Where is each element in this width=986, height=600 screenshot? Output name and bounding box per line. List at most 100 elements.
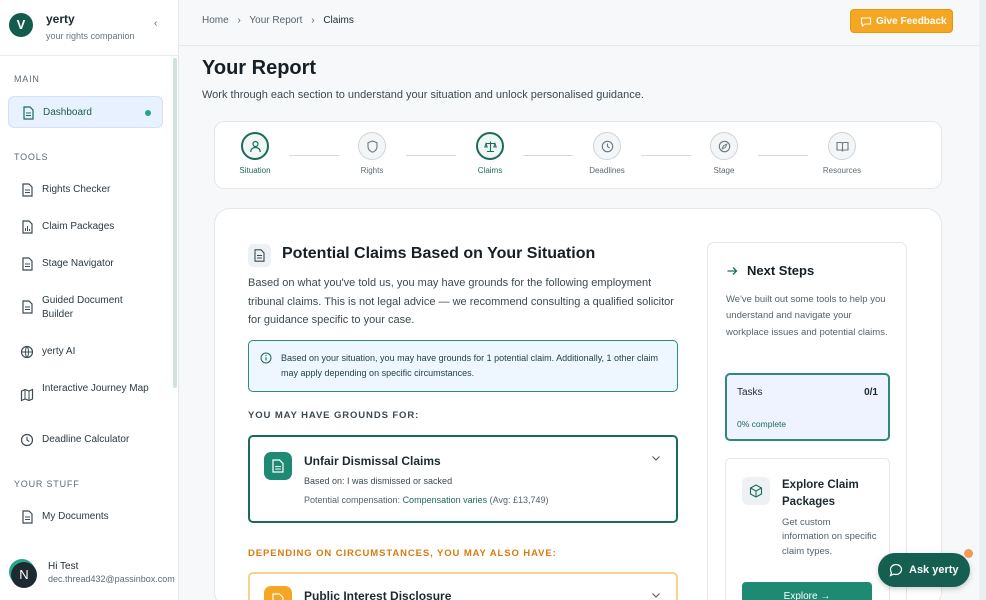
report-stepper: Situation Rights Claims Deadlines Stage … <box>214 121 942 189</box>
chat-icon <box>860 17 872 28</box>
clock-icon <box>601 140 614 153</box>
sidebar-item-guided-document-builder[interactable]: Guided Document Builder <box>8 285 163 320</box>
document-icon <box>254 249 265 262</box>
brand-tagline: your rights companion <box>46 31 135 41</box>
step-situation[interactable]: Situation <box>215 132 295 175</box>
avatar[interactable]: N <box>11 562 37 588</box>
explore-claim-packages-card: Explore Claim Packages Get custom inform… <box>725 458 890 600</box>
user-email: dec.thread432@passinbox.com <box>48 574 175 584</box>
claim-title: Unfair Dismissal Claims <box>304 454 441 468</box>
step-circle <box>593 132 621 160</box>
give-feedback-label: Give Feedback <box>876 16 947 27</box>
sidebar-item-deadline-calculator[interactable]: Deadline Calculator <box>8 424 163 456</box>
step-circle <box>710 132 738 160</box>
section-label-main: MAIN <box>14 74 40 84</box>
section-label-your-stuff: YOUR STUFF <box>14 479 80 489</box>
sidebar-item-yerty-ai[interactable]: yerty AI <box>8 336 163 368</box>
user-name: Hi Test <box>48 561 79 572</box>
book-icon <box>836 141 849 152</box>
claim-compensation: Potential compensation: Compensation var… <box>304 495 548 505</box>
sidebar-item-label: Rights Checker <box>42 184 111 195</box>
document-icon <box>272 593 284 600</box>
step-connector <box>523 155 573 156</box>
step-stage[interactable]: Stage <box>684 132 764 175</box>
give-feedback-button[interactable]: Give Feedback <box>850 9 953 33</box>
claim-icon-box <box>264 452 292 480</box>
step-connector <box>406 155 456 156</box>
sidebar-item-interactive-journey-map[interactable]: Interactive Journey Map <box>8 373 163 405</box>
globe-icon <box>20 345 34 359</box>
sidebar-item-dashboard[interactable]: Dashboard <box>8 96 163 128</box>
section-label-tools: TOOLS <box>14 152 49 162</box>
user-profile[interactable]: N Hi Test dec.thread432@passinbox.com <box>0 550 179 600</box>
map-icon <box>20 388 34 402</box>
sidebar-item-label: Deadline Calculator <box>42 434 130 445</box>
claim-card-unfair-dismissal[interactable]: Unfair Dismissal Claims Based on: I was … <box>248 435 678 523</box>
info-callout: Based on your situation, you may have gr… <box>248 340 678 392</box>
step-rights[interactable]: Rights <box>332 132 412 175</box>
step-label: Deadlines <box>589 166 625 175</box>
collapse-sidebar-icon[interactable]: ‹ <box>154 18 157 29</box>
sidebar-item-label: Guided Document Builder <box>42 295 123 320</box>
claims-section-icon-box <box>248 244 271 267</box>
depending-label: DEPENDING ON CIRCUMSTANCES, YOU MAY ALSO… <box>248 548 557 559</box>
grounds-label: YOU MAY HAVE GROUNDS FOR: <box>248 410 420 421</box>
shield-icon <box>367 140 378 153</box>
claims-section-description: Based on what you've told us, you may ha… <box>248 277 674 326</box>
chevron-down-icon[interactable] <box>650 452 662 464</box>
sidebar-item-label: Interactive Journey Map <box>42 383 149 394</box>
explore-button[interactable]: Explore → <box>742 582 872 600</box>
scales-icon <box>484 141 497 153</box>
header-divider <box>179 45 986 46</box>
page-subtitle: Work through each section to understand … <box>202 89 644 101</box>
document-icon <box>22 300 33 314</box>
sidebar-item-claim-packages[interactable]: Claim Packages <box>8 211 163 243</box>
compensation-value: Compensation varies <box>402 495 488 505</box>
compass-icon <box>718 140 731 153</box>
breadcrumb-home[interactable]: Home <box>202 15 229 26</box>
chevron-down-icon[interactable] <box>650 589 662 600</box>
step-resources[interactable]: Resources <box>802 132 882 175</box>
active-indicator <box>145 110 151 116</box>
step-claims[interactable]: Claims <box>450 132 530 175</box>
breadcrumb-separator: › <box>237 15 241 26</box>
sidebar-scrollbar[interactable] <box>173 58 177 388</box>
ask-yerty-button[interactable]: Ask yerty <box>878 549 973 587</box>
document-icon <box>22 510 33 524</box>
step-deadlines[interactable]: Deadlines <box>567 132 647 175</box>
step-label: Stage <box>713 166 735 175</box>
next-steps-title: Next Steps <box>747 263 815 278</box>
document-icon <box>22 257 33 271</box>
info-callout-text: Based on your situation, you may have gr… <box>281 353 659 378</box>
explore-icon-box <box>742 477 770 505</box>
step-circle <box>241 132 269 160</box>
arrow-right-icon <box>727 267 738 275</box>
step-circle <box>476 132 504 160</box>
user-icon <box>250 140 261 153</box>
step-circle <box>358 132 386 160</box>
step-label: Claims <box>477 166 503 175</box>
brand-logo[interactable]: V <box>9 13 33 37</box>
breadcrumb-separator: › <box>311 15 315 26</box>
claim-card-public-interest-disclosure[interactable]: Public Interest Disclosure <box>248 572 678 600</box>
sidebar-item-my-documents[interactable]: My Documents <box>8 501 163 533</box>
ask-yerty-label: Ask yerty <box>909 564 959 576</box>
chat-bubble-icon <box>889 563 903 577</box>
explore-title: Explore Claim Packages <box>782 479 859 508</box>
sidebar-item-label: Dashboard <box>43 107 92 118</box>
tasks-card[interactable]: Tasks 0/1 0% complete <box>725 373 890 441</box>
clock-icon <box>20 433 34 447</box>
brand-name: yerty <box>46 12 75 26</box>
document-icon <box>272 459 284 473</box>
compensation-label: Potential compensation: <box>304 495 403 505</box>
step-connector <box>758 155 808 156</box>
sidebar-item-label: Stage Navigator <box>42 258 114 269</box>
breadcrumb-current: Claims <box>323 15 354 26</box>
sidebar-item-stage-navigator[interactable]: Stage Navigator <box>8 248 163 280</box>
sidebar-item-rights-checker[interactable]: Rights Checker <box>8 174 163 206</box>
page-scrollbar[interactable] <box>979 0 986 600</box>
brand-header: V yerty your rights companion ‹ <box>0 0 179 56</box>
claim-icon-box <box>264 586 292 600</box>
step-label: Situation <box>239 166 271 175</box>
breadcrumb-report[interactable]: Your Report <box>249 15 302 26</box>
